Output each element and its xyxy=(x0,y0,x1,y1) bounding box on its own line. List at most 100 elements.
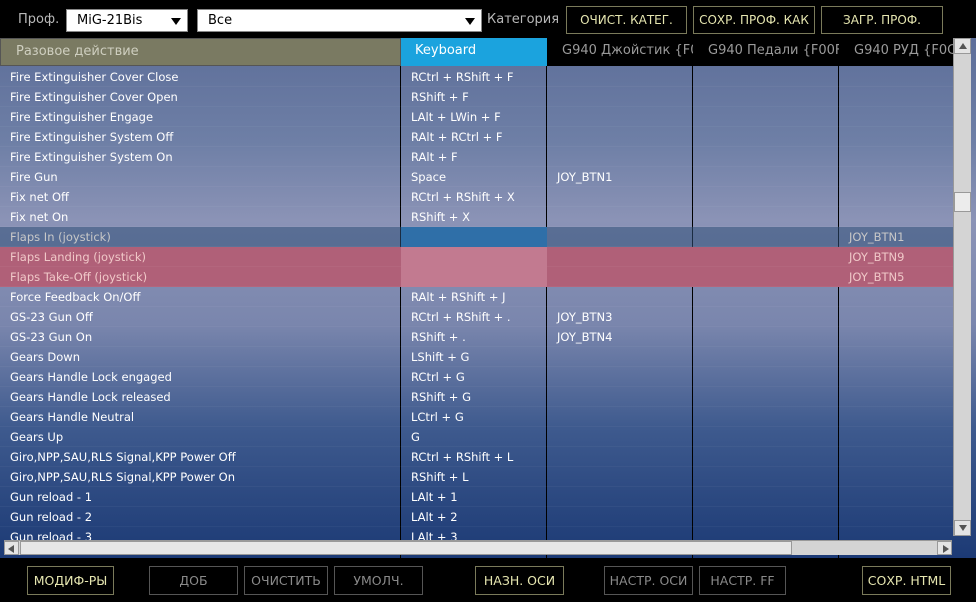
joystick-binding-cell[interactable]: JOY_BTN1 xyxy=(547,167,693,187)
table-row[interactable]: Fire Extinguisher System On RAlt + F xyxy=(0,147,953,167)
joystick-binding-cell[interactable]: JOY_BTN3 xyxy=(547,307,693,327)
pedals-binding-cell[interactable] xyxy=(693,347,839,367)
modifiers-button[interactable]: МОДИФ-РЫ xyxy=(27,566,114,595)
table-row[interactable]: Gears Handle Lock released RShift + G xyxy=(0,387,953,407)
joystick-binding-cell[interactable] xyxy=(547,367,693,387)
joystick-binding-cell[interactable] xyxy=(547,487,693,507)
keyboard-binding-cell[interactable]: LAlt + LWin + F xyxy=(401,107,547,127)
throttle-binding-cell[interactable] xyxy=(839,427,953,447)
pedals-binding-cell[interactable] xyxy=(693,207,839,227)
throttle-binding-cell[interactable] xyxy=(839,447,953,467)
keyboard-binding-cell[interactable]: LShift + G xyxy=(401,347,547,367)
pedals-binding-cell[interactable] xyxy=(693,407,839,427)
joystick-binding-cell[interactable] xyxy=(547,67,693,87)
action-cell[interactable]: Fire Extinguisher System On xyxy=(10,147,398,167)
throttle-binding-cell[interactable] xyxy=(839,107,953,127)
save-profile-as-button[interactable]: СОХР. ПРОФ. КАК xyxy=(693,6,815,34)
throttle-binding-cell[interactable] xyxy=(839,467,953,487)
pedals-binding-cell[interactable] xyxy=(693,107,839,127)
keyboard-binding-cell[interactable]: RShift + L xyxy=(401,467,547,487)
pedals-binding-cell[interactable] xyxy=(693,487,839,507)
vertical-scroll-thumb[interactable] xyxy=(954,192,971,212)
action-cell[interactable]: Fire Extinguisher System Off xyxy=(10,127,398,147)
throttle-binding-cell[interactable] xyxy=(839,287,953,307)
action-cell[interactable]: Gears Handle Lock engaged xyxy=(10,367,398,387)
clear-category-button[interactable]: ОЧИСТ. КАТЕГ. xyxy=(566,6,687,34)
joystick-binding-cell[interactable] xyxy=(547,207,693,227)
pedals-binding-cell[interactable] xyxy=(693,167,839,187)
pedals-binding-cell[interactable] xyxy=(693,427,839,447)
action-cell[interactable]: Force Feedback On/Off xyxy=(10,287,398,307)
pedals-binding-cell[interactable] xyxy=(693,227,839,247)
joystick-binding-cell[interactable] xyxy=(547,527,693,541)
table-row[interactable]: Fix net On RShift + X xyxy=(0,207,953,227)
action-cell[interactable]: Gun reload - 2 xyxy=(10,507,398,527)
action-cell[interactable]: Gears Handle Neutral xyxy=(10,407,398,427)
keyboard-binding-cell[interactable]: LAlt + 2 xyxy=(401,507,547,527)
horizontal-scroll-thumb[interactable] xyxy=(20,541,792,555)
table-row[interactable]: Gun reload - 2 LAlt + 2 xyxy=(0,507,953,527)
action-cell[interactable]: Gears Down xyxy=(10,347,398,367)
default-button[interactable]: УМОЛЧ. xyxy=(334,566,423,595)
joystick-binding-cell[interactable] xyxy=(547,387,693,407)
keyboard-binding-cell[interactable]: RShift + G xyxy=(401,387,547,407)
joystick-binding-cell[interactable] xyxy=(547,467,693,487)
table-row[interactable]: Flaps In (joystick) JOY_BTN1 xyxy=(0,227,953,247)
column-header-throttle[interactable]: G940 РУД {F0C0 xyxy=(839,38,953,66)
assign-axes-button[interactable]: НАЗН. ОСИ xyxy=(475,566,564,595)
add-button[interactable]: ДОБ xyxy=(149,566,238,595)
throttle-binding-cell[interactable] xyxy=(839,207,953,227)
throttle-binding-cell[interactable] xyxy=(839,527,953,541)
keyboard-binding-cell[interactable]: RShift + X xyxy=(401,207,547,227)
table-row[interactable]: Gears Handle Lock engaged RCtrl + G xyxy=(0,367,953,387)
pedals-binding-cell[interactable] xyxy=(693,127,839,147)
pedals-binding-cell[interactable] xyxy=(693,287,839,307)
scroll-up-button[interactable] xyxy=(954,38,971,54)
action-cell[interactable]: Fire Extinguisher Cover Open xyxy=(10,87,398,107)
keyboard-binding-cell[interactable] xyxy=(401,267,547,287)
joystick-binding-cell[interactable] xyxy=(547,347,693,367)
throttle-binding-cell[interactable] xyxy=(839,187,953,207)
keyboard-binding-cell[interactable]: RCtrl + RShift + L xyxy=(401,447,547,467)
vertical-scrollbar[interactable] xyxy=(953,38,971,536)
throttle-binding-cell[interactable] xyxy=(839,327,953,347)
scroll-down-button[interactable] xyxy=(954,520,971,536)
joystick-binding-cell[interactable] xyxy=(547,227,693,247)
action-cell[interactable]: Fire Extinguisher Engage xyxy=(10,107,398,127)
pedals-binding-cell[interactable] xyxy=(693,267,839,287)
action-cell[interactable]: Fix net Off xyxy=(10,187,398,207)
keyboard-binding-cell[interactable]: Space xyxy=(401,167,547,187)
joystick-binding-cell[interactable] xyxy=(547,127,693,147)
column-header-pedals[interactable]: G940 Педали {F00F xyxy=(693,38,839,66)
pedals-binding-cell[interactable] xyxy=(693,187,839,207)
action-cell[interactable]: Flaps In (joystick) xyxy=(10,227,398,247)
keyboard-binding-cell[interactable]: LAlt + 3 xyxy=(401,527,547,541)
keyboard-binding-cell[interactable]: RAlt + RCtrl + F xyxy=(401,127,547,147)
joystick-binding-cell[interactable] xyxy=(547,267,693,287)
throttle-binding-cell[interactable] xyxy=(839,127,953,147)
joystick-binding-cell[interactable] xyxy=(547,87,693,107)
pedals-binding-cell[interactable] xyxy=(693,387,839,407)
pedals-binding-cell[interactable] xyxy=(693,307,839,327)
throttle-binding-cell[interactable] xyxy=(839,407,953,427)
throttle-binding-cell[interactable] xyxy=(839,387,953,407)
keyboard-binding-cell[interactable] xyxy=(401,247,547,267)
throttle-binding-cell[interactable]: JOY_BTN9 xyxy=(839,247,953,267)
pedals-binding-cell[interactable] xyxy=(693,147,839,167)
table-row[interactable]: Fix net Off RCtrl + RShift + X xyxy=(0,187,953,207)
joystick-binding-cell[interactable] xyxy=(547,407,693,427)
category-filter-select[interactable]: Все xyxy=(197,9,482,32)
throttle-binding-cell[interactable] xyxy=(839,347,953,367)
table-row[interactable]: Flaps Take-Off (joystick) JOY_BTN5 xyxy=(0,267,953,287)
column-header-keyboard[interactable]: Keyboard xyxy=(401,38,547,66)
action-cell[interactable]: Flaps Landing (joystick) xyxy=(10,247,398,267)
ff-settings-button[interactable]: НАСТР. FF xyxy=(699,566,786,595)
throttle-binding-cell[interactable] xyxy=(839,67,953,87)
pedals-binding-cell[interactable] xyxy=(693,447,839,467)
table-row[interactable]: Gears Handle Neutral LCtrl + G xyxy=(0,407,953,427)
action-cell[interactable]: GS-23 Gun Off xyxy=(10,307,398,327)
keyboard-binding-cell[interactable] xyxy=(401,227,547,247)
keyboard-binding-cell[interactable]: LAlt + 1 xyxy=(401,487,547,507)
table-row[interactable]: Fire Extinguisher System Off RAlt + RCtrl… xyxy=(0,127,953,147)
table-row[interactable]: Gun reload - 1 LAlt + 1 xyxy=(0,487,953,507)
